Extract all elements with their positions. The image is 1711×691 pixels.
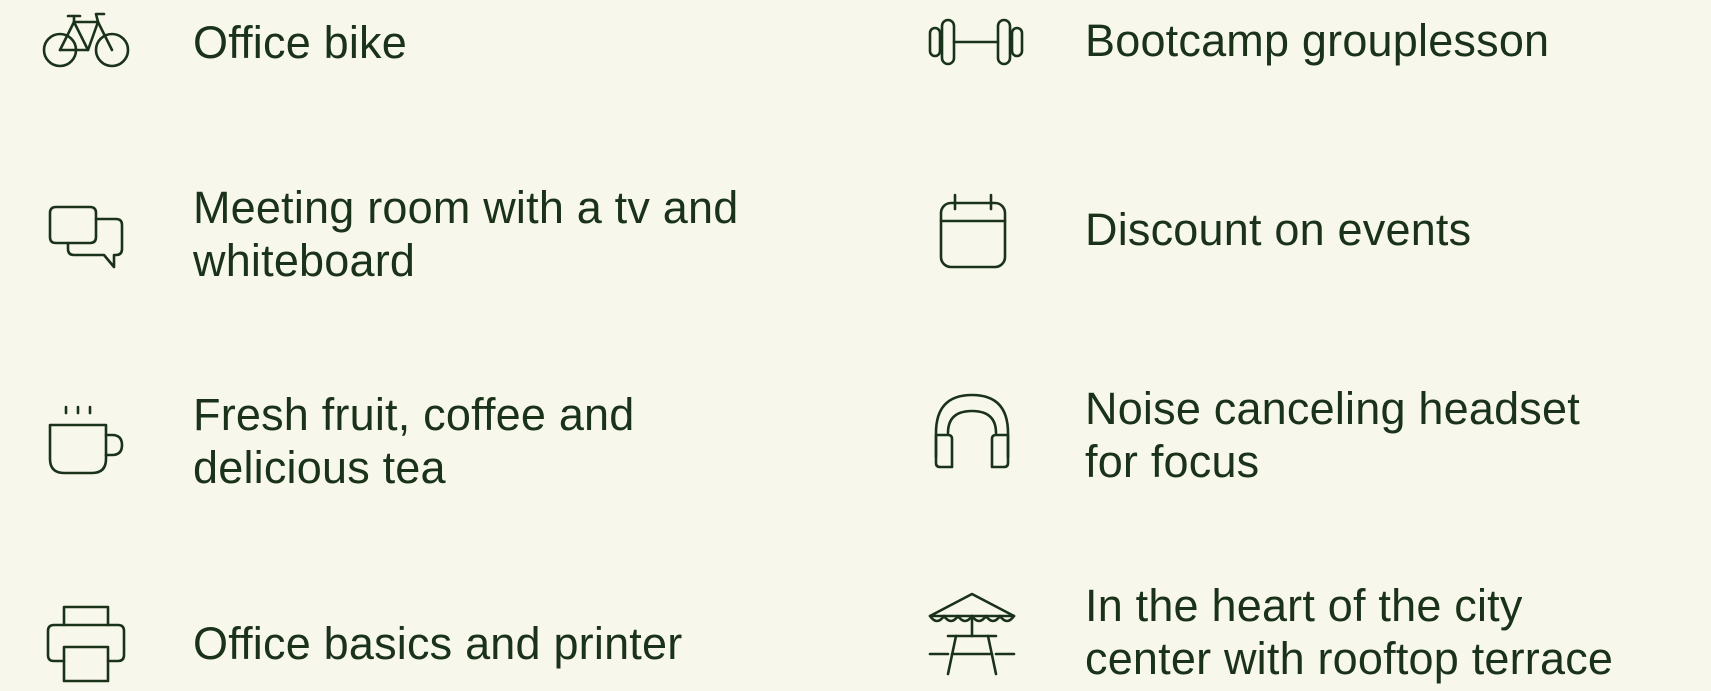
feature-label: Noise canceling headset for focus [1085,383,1580,487]
coffee-cup-icon [38,393,134,489]
feature-label: In the heart of the city center with roo… [1085,580,1614,684]
picnic-table-umbrella-icon [924,590,1020,686]
feature-label: Office bike [193,17,407,68]
feature-label: Fresh fruit, coffee and delicious tea [193,389,635,493]
feature-label: Bootcamp grouplesson [1085,15,1550,66]
printer-icon [38,595,134,691]
bike-icon [38,0,134,88]
feature-label: Meeting room with a tv and whiteboard [193,182,739,286]
features-grid: Office bike Bootcamp grouplesson Meeting… [0,0,1711,684]
calendar-icon [925,185,1021,281]
dumbbell-icon [928,0,1024,86]
feature-label: Discount on events [1085,204,1472,255]
chat-bubbles-icon [38,191,134,287]
feature-label: Office basics and printer [193,618,683,669]
headphones-icon [924,385,1020,481]
